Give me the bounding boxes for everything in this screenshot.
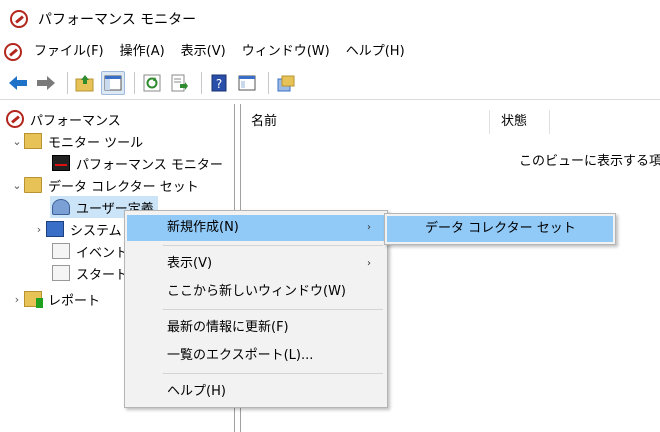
new-window-icon — [277, 75, 295, 91]
tree-item-label: スタート — [76, 267, 129, 283]
tree-item-label: パフォーマンス モニター — [76, 157, 223, 173]
tree-item-performance-monitor[interactable]: パフォーマンス モニター — [52, 152, 223, 174]
help-button[interactable]: ? — [207, 71, 231, 95]
menu-item-refresh[interactable]: 最新の情報に更新(F) — [127, 315, 385, 341]
menu-help[interactable]: ヘルプ(H) — [338, 38, 413, 66]
menu-item-export-list[interactable]: 一覧のエクスポート(L)... — [127, 343, 385, 369]
export-list-button[interactable] — [168, 71, 192, 95]
properties-button[interactable] — [235, 71, 259, 95]
column-header-status[interactable]: 状態 — [501, 104, 527, 140]
tree-item-label: パフォーマンス — [30, 113, 121, 129]
column-header-name[interactable]: 名前 — [251, 104, 277, 140]
tree-item-data-collector-sets[interactable]: ⌄ データ コレクター セット — [10, 174, 199, 196]
menu-item-new-window[interactable]: ここから新しいウィンドウ(W) — [127, 279, 385, 305]
svg-text:?: ? — [216, 77, 222, 91]
system-menu-icon[interactable] — [4, 43, 22, 61]
system-icon — [46, 221, 64, 237]
performance-icon — [6, 110, 24, 128]
tree-item-label: システム — [70, 223, 122, 239]
tree-item-reports[interactable]: › レポート — [10, 288, 100, 310]
tools-folder-icon — [24, 133, 42, 149]
column-divider[interactable] — [489, 110, 490, 134]
tree-item-system[interactable]: › システム — [32, 218, 122, 240]
menu-item-help[interactable]: ヘルプ(H) — [127, 379, 385, 405]
tree-item-startup[interactable]: スタート — [52, 262, 128, 284]
performance-monitor-app-icon — [10, 10, 28, 28]
help-icon: ? — [211, 74, 227, 91]
toolbar-separator — [268, 71, 269, 94]
show-hide-tree-icon — [104, 75, 122, 90]
window-title: パフォーマンス モニター — [38, 12, 197, 28]
menu-item-view[interactable]: 表示(V) › — [127, 251, 385, 277]
new-submenu: データ コレクター セット — [384, 213, 616, 245]
new-window-button[interactable] — [274, 71, 298, 95]
submenu-arrow-icon: › — [367, 222, 371, 233]
refresh-icon — [143, 74, 161, 91]
back-arrow-icon — [9, 75, 27, 90]
menu-separator — [163, 373, 383, 374]
folder-icon — [24, 177, 42, 193]
menu-file[interactable]: ファイル(F) — [26, 38, 112, 66]
menu-view[interactable]: 表示(V) — [173, 38, 234, 66]
up-level-button[interactable] — [73, 71, 97, 95]
export-list-icon — [171, 74, 188, 91]
forward-arrow-icon — [37, 75, 55, 90]
tree-item-event-trace[interactable]: イベント — [52, 240, 128, 262]
tree-item-label: モニター ツール — [48, 135, 144, 151]
menu-separator — [163, 245, 383, 246]
empty-list-message: このビューに表示する項目 — [519, 154, 660, 169]
menu-window[interactable]: ウィンドウ(W) — [234, 38, 338, 66]
tree-item-label: データ コレクター セット — [48, 179, 199, 195]
performance-monitor-icon — [52, 155, 70, 171]
menu-item-data-collector-set[interactable]: データ コレクター セット — [387, 216, 613, 242]
expand-chevron-icon[interactable]: ⌄ — [10, 179, 24, 192]
expand-chevron-icon[interactable]: ⌄ — [10, 135, 24, 148]
menu-action[interactable]: 操作(A) — [112, 38, 173, 66]
startup-event-icon — [52, 265, 70, 281]
user-defined-icon — [52, 199, 70, 215]
up-folder-icon — [75, 74, 94, 91]
event-trace-icon — [52, 243, 70, 259]
toolbar-separator — [201, 71, 202, 94]
reports-icon — [24, 291, 43, 308]
collapse-chevron-icon[interactable]: › — [10, 293, 24, 306]
menu-bar: ファイル(F) 操作(A) 表示(V) ウィンドウ(W) ヘルプ(H) — [0, 38, 660, 66]
toolbar: ? — [0, 66, 660, 100]
menu-item-label: 新規作成(N) — [167, 220, 239, 235]
tree-item-performance[interactable]: パフォーマンス — [6, 108, 121, 130]
back-button[interactable] — [6, 71, 30, 95]
context-menu: 新規作成(N) › 表示(V) › ここから新しいウィンドウ(W) 最新の情報に… — [124, 210, 388, 408]
collapse-chevron-icon[interactable]: › — [32, 223, 46, 236]
column-divider[interactable] — [549, 110, 550, 134]
forward-button[interactable] — [34, 71, 58, 95]
refresh-button[interactable] — [140, 71, 164, 95]
menu-separator — [163, 309, 383, 310]
tree-item-monitoring-tools[interactable]: ⌄ モニター ツール — [10, 130, 143, 152]
properties-icon — [238, 75, 256, 90]
show-hide-tree-button[interactable] — [101, 70, 125, 95]
tree-item-label: イベント — [76, 245, 129, 261]
menu-item-new[interactable]: 新規作成(N) › — [127, 215, 385, 241]
tree-item-label: レポート — [48, 293, 101, 309]
menu-item-label: 表示(V) — [167, 256, 213, 271]
submenu-arrow-icon: › — [367, 258, 371, 269]
title-bar: パフォーマンス モニター — [0, 0, 660, 38]
toolbar-separator — [67, 71, 68, 94]
toolbar-separator — [134, 71, 135, 94]
